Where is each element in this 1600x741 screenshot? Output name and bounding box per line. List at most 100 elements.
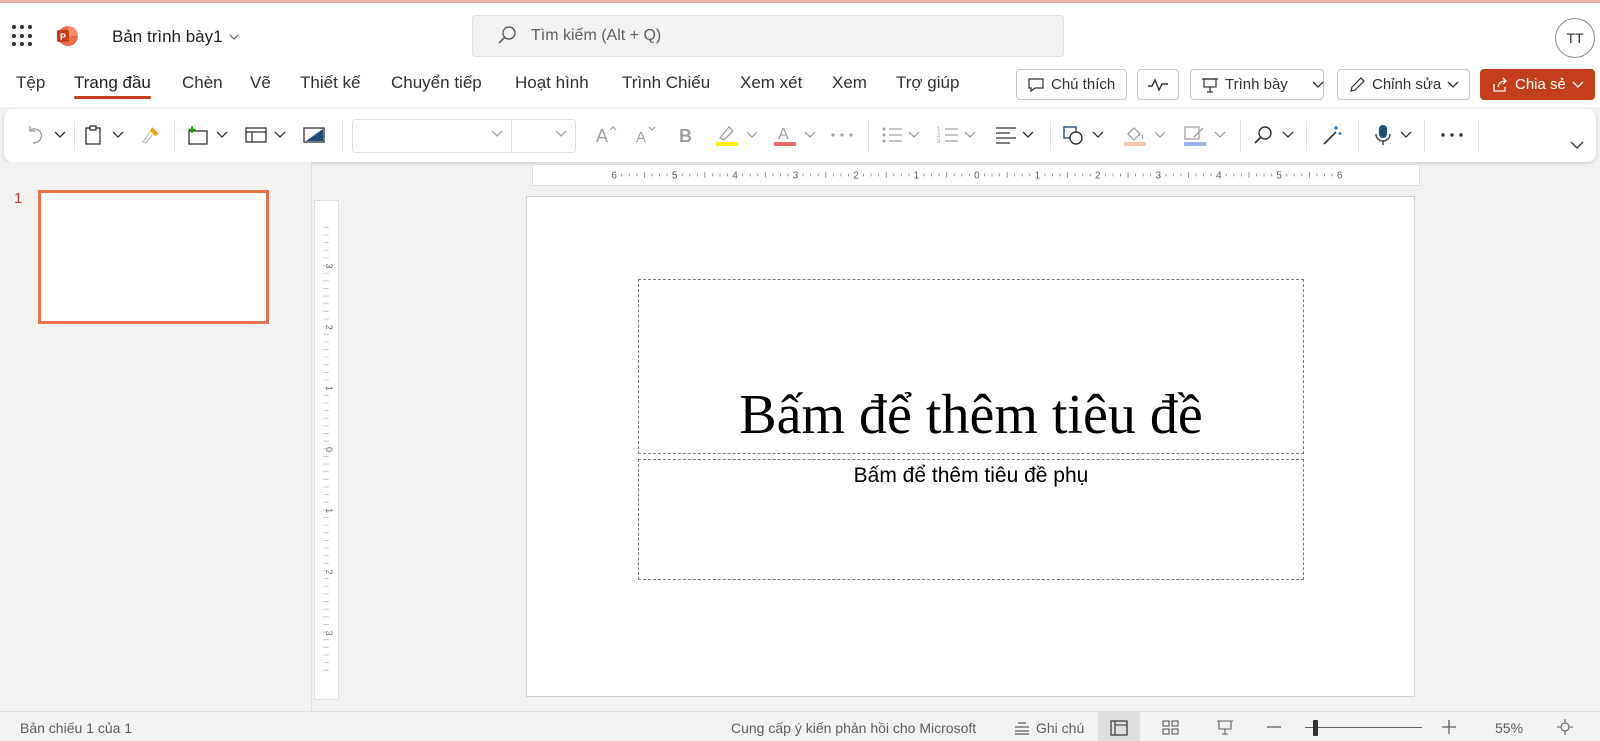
font-color-button[interactable]: A xyxy=(772,121,816,149)
document-title[interactable]: Bản trình bày1 xyxy=(112,27,239,47)
shapes-button[interactable] xyxy=(1062,121,1104,149)
search-placeholder: Tìm kiếm (Alt + Q) xyxy=(531,27,662,44)
ruler-label: 0 xyxy=(324,447,334,452)
clipboard-icon xyxy=(85,125,101,145)
slide-sorter-icon[interactable] xyxy=(1162,720,1180,736)
ruler-label: 2 xyxy=(324,569,334,574)
comments-label: Chú thích xyxy=(1051,76,1116,93)
activity-button[interactable] xyxy=(1137,69,1179,100)
find-button[interactable] xyxy=(1252,121,1294,149)
chevron-down-icon[interactable] xyxy=(1312,81,1324,89)
fit-to-window-icon[interactable] xyxy=(1557,719,1573,735)
ruler-label: 3 xyxy=(793,171,799,182)
tab-slideshow[interactable]: Trình Chiếu xyxy=(622,73,710,93)
shape-fill-button[interactable] xyxy=(1122,121,1166,149)
background-icon xyxy=(303,127,325,143)
align-button[interactable] xyxy=(994,121,1034,149)
search-icon xyxy=(498,26,516,44)
zoom-in-icon[interactable] xyxy=(1442,720,1456,734)
chevron-down-icon xyxy=(1282,131,1294,138)
ruler-label: 2 xyxy=(853,171,859,182)
present-button[interactable]: Trình bày xyxy=(1190,69,1324,100)
title-placeholder[interactable]: Bấm để thêm tiêu đề xyxy=(638,279,1304,454)
paste-button[interactable] xyxy=(82,121,124,149)
shrink-font-button[interactable]: A xyxy=(634,121,658,149)
more-options-button[interactable] xyxy=(1440,121,1464,149)
tab-animations[interactable]: Hoạt hình xyxy=(515,73,589,93)
ribbon-tabs: Tệp Trang đầu Chèn Vẽ Thiết kế Chuyển ti… xyxy=(0,65,1600,107)
chevron-down-icon xyxy=(964,131,976,138)
ruler-label: 5 xyxy=(672,171,678,182)
tab-review[interactable]: Xem xét xyxy=(740,73,802,93)
zoom-out-icon[interactable] xyxy=(1267,726,1281,728)
app-launcher-icon[interactable] xyxy=(12,25,34,47)
designer-button[interactable] xyxy=(1320,121,1344,149)
microphone-icon xyxy=(1375,125,1391,145)
zoom-slider[interactable] xyxy=(1305,727,1422,728)
ruler-label: 4 xyxy=(1216,171,1222,182)
tab-view[interactable]: Xem xyxy=(832,73,867,93)
tab-home[interactable]: Trang đầu xyxy=(74,73,151,99)
tab-transitions[interactable]: Chuyển tiếp xyxy=(391,73,482,93)
layout-button[interactable] xyxy=(244,121,286,149)
tab-file[interactable]: Tệp xyxy=(16,73,45,93)
title-placeholder-text: Bấm để thêm tiêu đề xyxy=(739,384,1203,446)
undo-button[interactable] xyxy=(24,121,66,149)
chevron-down-icon xyxy=(112,131,124,138)
chevron-down-icon xyxy=(54,131,66,138)
notes-button[interactable]: Ghi chú xyxy=(1014,720,1084,736)
ruler-label: 2 xyxy=(1095,171,1101,182)
grow-font-button[interactable]: A xyxy=(594,121,618,149)
zoom-slider-thumb[interactable] xyxy=(1313,720,1318,736)
shape-outline-button[interactable] xyxy=(1182,121,1226,149)
bullets-button[interactable] xyxy=(880,121,920,149)
chevron-down-icon xyxy=(229,34,239,40)
editing-mode-button[interactable]: Chỉnh sửa xyxy=(1337,69,1470,100)
slide-canvas[interactable]: Bấm để thêm tiêu đề Bấm để thêm tiêu đề … xyxy=(526,196,1415,697)
slideshow-view-icon[interactable] xyxy=(1216,719,1234,737)
slide-thumbnail[interactable] xyxy=(38,190,269,324)
pencil-icon xyxy=(1350,76,1365,92)
font-color-icon: A xyxy=(774,126,796,146)
feedback-link[interactable]: Cung cấp ý kiến phản hồi cho Microsoft xyxy=(731,720,976,736)
highlighter-icon xyxy=(716,126,738,146)
tab-design[interactable]: Thiết kế xyxy=(300,73,360,93)
bullet-list-icon xyxy=(882,127,902,143)
tab-help[interactable]: Trợ giúp xyxy=(896,73,959,93)
svg-text:A: A xyxy=(596,126,608,146)
share-label: Chia sẻ xyxy=(1515,76,1566,93)
tab-insert[interactable]: Chèn xyxy=(182,73,223,93)
ruler-label: 1 xyxy=(914,171,920,182)
ruler-label: 2 xyxy=(324,325,334,330)
share-button[interactable]: Chia sẻ xyxy=(1480,69,1595,100)
normal-view-icon[interactable] xyxy=(1110,720,1128,736)
subtitle-placeholder[interactable]: Bấm để thêm tiêu đề phụ xyxy=(638,459,1304,580)
new-slide-icon xyxy=(188,126,208,145)
font-name-select[interactable] xyxy=(352,119,512,153)
expand-ribbon-button[interactable] xyxy=(1570,131,1584,159)
chevron-down-icon xyxy=(491,130,503,137)
new-slide-button[interactable] xyxy=(186,121,228,149)
numbering-button[interactable]: 123 xyxy=(936,121,976,149)
highlight-button[interactable] xyxy=(714,121,758,149)
comments-button[interactable]: Chú thích xyxy=(1016,69,1127,100)
search-input[interactable]: Tìm kiếm (Alt + Q) xyxy=(472,15,1064,57)
chevron-down-icon xyxy=(804,131,816,138)
align-left-icon xyxy=(996,127,1016,144)
background-button[interactable] xyxy=(302,121,326,149)
avatar[interactable]: TT xyxy=(1555,18,1595,58)
notes-icon xyxy=(1015,722,1029,735)
svg-text:B: B xyxy=(679,126,692,146)
chevron-down-icon xyxy=(908,131,920,138)
tab-draw[interactable]: Vẽ xyxy=(250,73,271,93)
more-font-options-button[interactable] xyxy=(830,121,854,149)
dictate-button[interactable] xyxy=(1372,121,1412,149)
chevron-down-icon xyxy=(1572,81,1584,88)
comment-icon xyxy=(1028,77,1044,92)
format-painter-button[interactable] xyxy=(140,121,162,149)
font-size-select[interactable] xyxy=(512,119,576,153)
shrink-font-icon: A xyxy=(636,126,656,146)
bold-button[interactable]: B xyxy=(676,121,696,149)
shapes-icon xyxy=(1063,126,1083,145)
zoom-level[interactable]: 55% xyxy=(1495,720,1523,736)
